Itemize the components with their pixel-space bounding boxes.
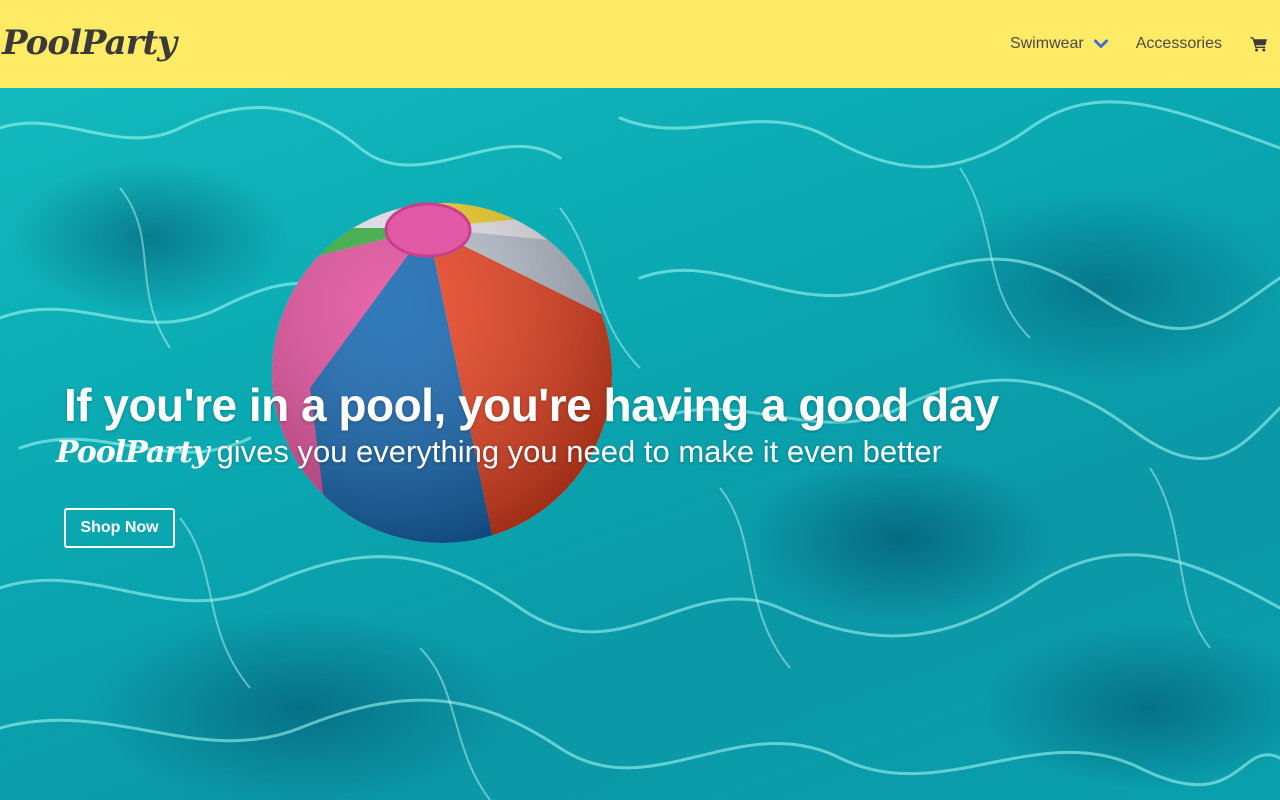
nav-item-accessories-label: Accessories: [1135, 35, 1222, 52]
beach-ball-illustration: [272, 202, 612, 543]
nav-item-swimwear-label: Swimwear: [1009, 35, 1084, 52]
nav-menu: Swimwear Accessories: [1010, 35, 1268, 53]
nav-item-accessories[interactable]: Accessories: [1136, 35, 1222, 53]
shopping-cart-icon[interactable]: [1250, 36, 1268, 52]
shop-now-button[interactable]: Shop Now: [64, 508, 175, 548]
logo[interactable]: PoolParty: [2, 23, 177, 63]
hero-subline: PoolParty gives you everything you need …: [56, 434, 999, 470]
hero-banner: If you're in a pool, you're having a goo…: [0, 88, 1280, 800]
hero-subtext: gives you everything you need to make it…: [216, 434, 942, 469]
nav-item-swimwear[interactable]: Swimwear: [1010, 35, 1108, 53]
chevron-down-icon: [1093, 39, 1108, 49]
hero-headline: If you're in a pool, you're having a goo…: [64, 379, 999, 431]
hero-brand-logo: PoolParty: [56, 435, 209, 470]
navbar: PoolParty Swimwear Accessories: [0, 0, 1280, 88]
hero-text-block: If you're in a pool, you're having a goo…: [56, 378, 999, 470]
